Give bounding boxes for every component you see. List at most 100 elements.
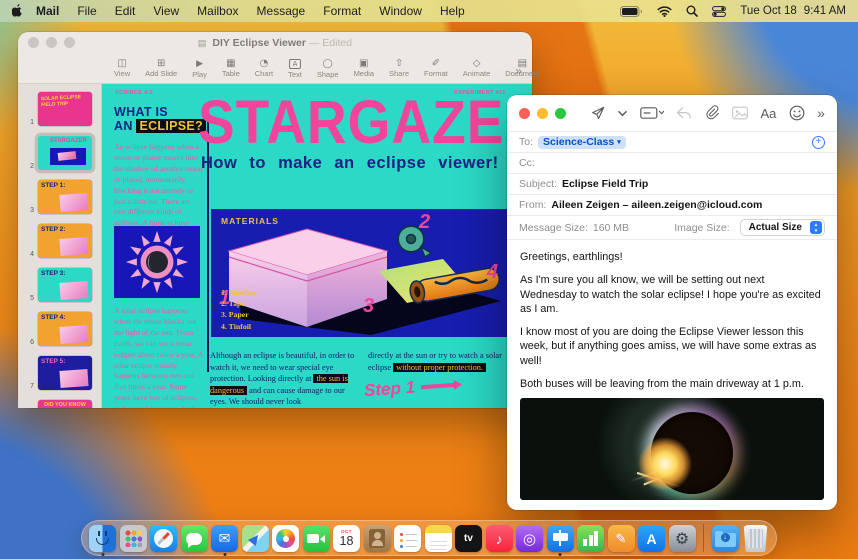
from-field[interactable]: From: Aileen Zeigen – aileen.zeigen@iclo… xyxy=(507,194,837,215)
toolbar-button-label: Play xyxy=(192,69,207,79)
zoom-button[interactable] xyxy=(555,107,566,119)
close-button[interactable] xyxy=(519,107,530,119)
dock-keynote-icon[interactable] xyxy=(546,525,574,556)
slide-thumbnail[interactable]: DID YOU KNOW xyxy=(38,400,92,408)
slide-thumbnail[interactable]: STARGAZER xyxy=(38,136,92,170)
menu-item[interactable]: Mail xyxy=(27,4,68,18)
attach-file-paperclip-icon[interactable] xyxy=(705,105,720,121)
menu-item[interactable]: File xyxy=(68,4,105,18)
dock-finder-icon[interactable] xyxy=(89,525,116,556)
keynote-toolbar-button[interactable]: Animate xyxy=(463,58,491,78)
menu-item[interactable]: Help xyxy=(431,4,474,18)
menu-bar-clock[interactable]: Tue Oct 18 9:41 AM xyxy=(740,5,846,17)
reply-icon[interactable] xyxy=(676,106,692,120)
message-paragraph: As I'm sure you all know, we will be set… xyxy=(520,274,821,315)
dock-numbers-icon[interactable] xyxy=(577,525,604,552)
keynote-toolbar-button[interactable]: Media xyxy=(354,58,374,78)
dock-app-store-icon[interactable] xyxy=(638,525,665,552)
dock-system-settings-icon[interactable] xyxy=(668,525,696,552)
menu-item[interactable]: Window xyxy=(370,4,431,18)
toolbar-overflow-button[interactable]: » xyxy=(817,105,825,121)
slide-thumbnail-row[interactable]: 2 STARGAZER xyxy=(24,136,101,170)
toolbar-button-icon xyxy=(395,58,403,69)
image-size-select[interactable]: Actual Size ▲ ▼ xyxy=(739,219,825,236)
menu-item[interactable]: Format xyxy=(314,4,370,18)
dock-reminders-icon[interactable] xyxy=(394,525,421,552)
dock-safari-icon[interactable] xyxy=(150,525,177,552)
control-center-icon[interactable] xyxy=(712,5,727,17)
apple-menu-icon[interactable] xyxy=(12,3,25,19)
dock-contacts-icon[interactable] xyxy=(363,525,391,552)
slide-thumbnail[interactable]: STEP 3: xyxy=(38,268,92,302)
dock-mail-icon[interactable] xyxy=(211,525,238,556)
toolbar-button-label: Document xyxy=(505,69,540,78)
keynote-titlebar[interactable]: ▤ DIY Eclipse Viewer — Edited xyxy=(18,32,532,53)
menu-item[interactable]: Edit xyxy=(106,4,145,18)
dock-messages-icon[interactable] xyxy=(180,525,208,552)
dock-downloads-icon[interactable] xyxy=(711,525,739,552)
dock-notes-icon[interactable] xyxy=(424,525,452,552)
menu-item[interactable]: Mailbox xyxy=(188,4,247,18)
recipient-token[interactable]: Science-Class ▾ xyxy=(538,135,626,149)
dock-calendar-icon[interactable]: OCT 18 xyxy=(333,525,360,552)
keynote-toolbar-button[interactable]: Add Slide xyxy=(145,58,177,78)
slide-thumbnail-label: STEP 2: xyxy=(41,226,66,233)
slide-thumbnail-row[interactable]: 4 STEP 2: xyxy=(24,224,101,258)
slide-thumbnail-row[interactable]: 5 STEP 3: xyxy=(24,268,101,302)
wifi-icon[interactable] xyxy=(657,5,672,17)
slide-thumbnail[interactable]: SOLAR ECLIPSE FIELD TRIP xyxy=(38,92,92,126)
dock-music-icon[interactable] xyxy=(485,525,513,552)
slide-thumbnail-row[interactable]: 3 STEP 1: xyxy=(24,180,101,214)
slide-thumbnail[interactable]: STEP 4: xyxy=(38,312,92,346)
keynote-toolbar-button[interactable]: Table xyxy=(222,58,240,78)
dock-podcasts-icon[interactable] xyxy=(516,525,543,552)
dock-facetime-icon[interactable] xyxy=(302,525,330,552)
format-text-button[interactable]: Aa xyxy=(760,106,776,121)
dock-tv-icon[interactable] xyxy=(455,525,482,552)
minimize-button[interactable] xyxy=(537,107,548,119)
send-options-chevron-icon[interactable] xyxy=(618,110,628,117)
slide-thumbnail[interactable]: STEP 5: xyxy=(38,356,92,390)
mail-toolbar[interactable]: Aa » xyxy=(507,95,837,131)
send-button[interactable] xyxy=(590,105,606,121)
keynote-toolbar-button[interactable]: Text xyxy=(288,58,302,79)
slide-thumbnail-row[interactable]: 1 SOLAR ECLIPSE FIELD TRIP xyxy=(24,92,101,126)
menu-item[interactable]: Message xyxy=(248,4,315,18)
dock-photos-icon[interactable] xyxy=(272,525,299,552)
keynote-toolbar-button[interactable]: Chart xyxy=(255,58,273,78)
message-body[interactable]: Greetings, earthlings! As I'm sure you al… xyxy=(507,239,837,396)
menu-item[interactable]: View xyxy=(144,4,188,18)
dock-trash-icon[interactable] xyxy=(743,525,768,552)
eclipse-photo-attachment[interactable] xyxy=(520,398,824,500)
dock-maps-icon[interactable] xyxy=(241,525,269,552)
slide-number: 1 xyxy=(30,119,34,126)
emoji-picker-icon[interactable] xyxy=(789,105,805,121)
slide-number: 2 xyxy=(30,163,34,170)
battery-icon[interactable] xyxy=(620,5,643,17)
slide-thumbnail-row[interactable]: 8 DID YOU KNOW xyxy=(24,400,101,408)
keynote-toolbar-button[interactable]: View xyxy=(114,58,130,78)
keynote-toolbar-button[interactable]: Share xyxy=(389,58,409,78)
mail-window-controls[interactable] xyxy=(519,107,566,119)
keynote-toolbar-button[interactable]: Document xyxy=(505,58,539,78)
slide-thumbnail[interactable]: STEP 2: xyxy=(38,224,92,258)
add-recipient-button[interactable]: + xyxy=(812,135,825,149)
slide-thumbnail-row[interactable]: 6 STEP 4: xyxy=(24,312,101,346)
spotlight-search-icon[interactable] xyxy=(686,5,699,17)
dock-launchpad-icon[interactable] xyxy=(119,525,147,552)
slide-thumbnail[interactable]: STEP 1: xyxy=(38,180,92,214)
subject-field[interactable]: Subject: Eclipse Field Trip xyxy=(507,173,837,194)
keynote-toolbar-button[interactable]: Play xyxy=(192,58,207,79)
toolbar-button-label: Table xyxy=(221,69,240,78)
keynote-toolbar-button[interactable]: Format xyxy=(424,58,448,78)
toolbar-overflow-button[interactable]: » xyxy=(515,64,522,78)
to-field[interactable]: To: Science-Class ▾ + xyxy=(507,131,837,152)
header-fields-button[interactable] xyxy=(640,106,664,120)
keynote-toolbar-button[interactable]: Shape xyxy=(317,58,339,79)
step-1-callout: Step 1 xyxy=(363,375,456,401)
slide-thumbnail-row[interactable]: 7 STEP 5: xyxy=(24,356,101,390)
insert-photo-icon[interactable] xyxy=(732,106,748,120)
dock-pages-icon[interactable] xyxy=(607,525,635,552)
cc-field[interactable]: Cc: xyxy=(507,152,837,173)
slide-canvas[interactable]: SCIENCE 4.2 EXPERIMENT #11 WHAT IS AN EC… xyxy=(102,84,532,408)
